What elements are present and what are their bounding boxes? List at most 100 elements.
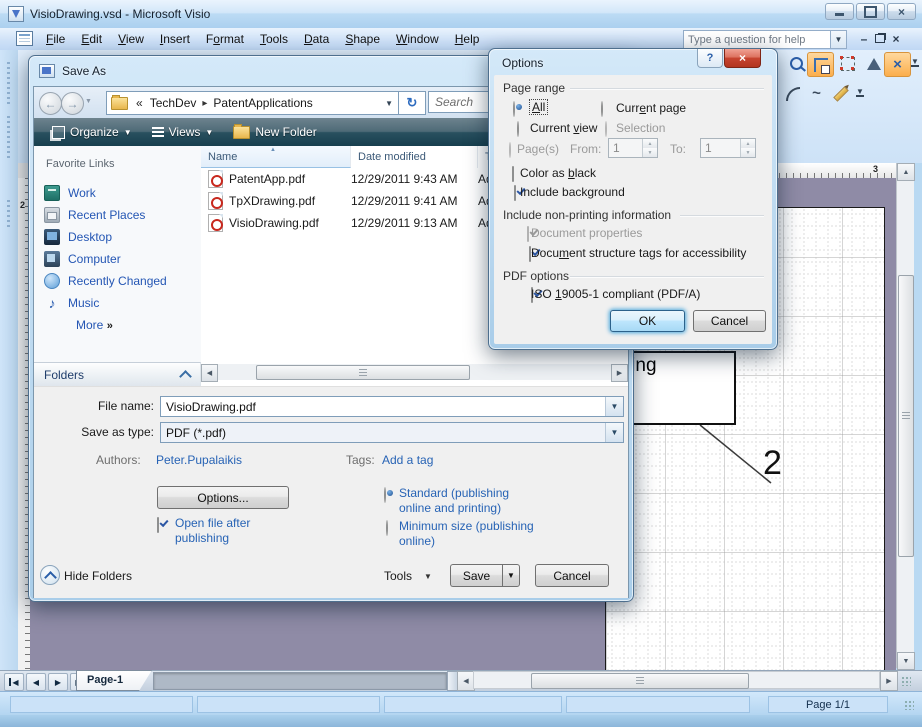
new-folder-button[interactable]: New Folder [223,118,326,146]
forward-icon[interactable]: → [61,92,84,115]
sidebar-item[interactable]: Recently Changed [34,270,201,292]
column-header-name[interactable]: Name ▲ [201,146,351,168]
file-name-combo[interactable]: ▼ [160,396,624,417]
column-header-date[interactable]: Date modified [351,146,478,168]
breadcrumb[interactable]: « TechDev ▸ PatentApplications ▼ [106,91,400,115]
pencil-tool-icon[interactable] [828,82,853,105]
page-tab[interactable]: Page-1 [76,670,152,691]
label-2-shape[interactable]: 2 [763,444,782,483]
include-background-label[interactable]: Include background [520,185,625,199]
selection-tool-icon[interactable] [835,52,860,75]
snap-glue-tool-icon[interactable] [807,52,834,77]
window-close-small[interactable]: × [888,30,904,47]
vertical-scroll-thumb[interactable] [898,275,914,557]
minimum-radio[interactable] [386,520,388,536]
file-name-dropdown-icon[interactable]: ▼ [605,397,623,416]
hide-folders-icon[interactable] [40,565,60,585]
refresh-button[interactable]: ↻ [398,91,426,115]
question-box[interactable] [683,30,831,49]
resize-grip[interactable] [901,676,911,686]
options-button[interactable]: Options... [157,486,289,509]
scroll-up-icon[interactable]: ▲ [897,163,915,181]
menu-item[interactable]: File [38,29,73,49]
maximize-button[interactable] [856,3,885,20]
color-as-black-label[interactable]: Color as black [520,166,596,180]
file-name-input[interactable] [161,397,603,416]
dialog-close-button[interactable]: × [724,49,761,68]
list-scroll-right-icon[interactable]: ▶ [611,364,628,382]
all-radio[interactable] [513,101,515,117]
window-restore-small[interactable] [872,30,888,47]
standard-radio[interactable] [384,487,386,503]
back-icon[interactable]: ← [39,92,62,115]
horizontal-scroll-track[interactable] [473,671,880,689]
breadcrumb-folder[interactable]: PatentApplications [213,96,312,110]
save-dropdown-icon[interactable]: ▼ [502,564,520,587]
hide-folders-label[interactable]: Hide Folders [64,569,132,583]
question-input[interactable] [684,31,830,48]
hscroll-right-icon[interactable]: ▶ [880,671,898,691]
menu-item[interactable]: View [110,29,152,49]
menu-item[interactable]: Help [447,29,488,49]
list-scroll-thumb[interactable] [256,365,470,380]
list-horizontal-scrollbar[interactable]: ◀ ▶ [201,364,628,380]
question-dropdown-icon[interactable]: ▼ [831,30,847,49]
arc-tool-icon[interactable] [780,82,805,105]
document-tags-label[interactable]: Document structure tags for accessibilit… [531,246,746,260]
menu-item[interactable]: Edit [73,29,110,49]
include-background-checkbox[interactable] [514,185,516,201]
save-type-combo[interactable]: PDF (*.pdf) ▼ [160,422,624,443]
sidebar-more-link[interactable]: More » [76,318,113,332]
iso-compliant-label[interactable]: ISO 19005-1 compliant (PDF/A) [531,287,700,301]
first-page-button[interactable]: ◀ [4,673,24,691]
menu-item[interactable]: Shape [337,29,388,49]
folders-expander[interactable]: Folders [34,362,201,386]
scroll-down-icon[interactable]: ▼ [897,652,915,670]
list-scroll-left-icon[interactable]: ◀ [201,364,218,382]
menu-item[interactable]: Format [198,29,252,49]
all-radio-label[interactable]: All [530,100,547,114]
views-button[interactable]: Views ▼ [142,118,224,146]
breadcrumb-dropdown-icon[interactable]: ▼ [385,99,393,108]
toolbar-overflow-icon[interactable]: ▼ [911,58,919,67]
sidebar-item[interactable]: Music [34,292,201,314]
tools-caret-icon[interactable]: ▼ [424,572,432,581]
save-type-dropdown-icon[interactable]: ▼ [605,423,623,442]
canvas-vertical-scrollbar[interactable]: ▲ ▼ [896,163,914,668]
current-page-label[interactable]: Current page [616,101,686,115]
sidebar-item[interactable]: Work [34,182,201,204]
freeform-tool-icon[interactable]: ~ [804,82,829,105]
close-button[interactable]: × [887,3,916,20]
menu-item[interactable]: Tools [252,29,296,49]
open-file-checkbox[interactable] [157,517,159,533]
history-dropdown-icon[interactable]: ▼ [85,98,92,105]
menu-item[interactable]: Insert [152,29,198,49]
current-page-radio[interactable] [601,101,603,117]
horizontal-scroll-thumb[interactable] [531,673,749,689]
breadcrumb-root[interactable]: TechDev [150,96,197,110]
window-minimize-small[interactable]: – [856,30,872,47]
drawing-toolbar-overflow-icon[interactable]: ▼ [856,88,864,97]
organize-button[interactable]: Organize ▼ [42,118,142,146]
minimize-button[interactable] [825,3,854,20]
ok-button[interactable]: OK [610,310,685,332]
menu-item[interactable]: Data [296,29,337,49]
breadcrumb-chevrons[interactable]: « [136,96,143,110]
current-view-radio[interactable] [517,121,519,137]
dialog-help-button[interactable]: ? [697,49,723,68]
authors-value[interactable]: Peter.Pupalaikis [156,453,242,467]
save-button[interactable]: Save [450,564,502,587]
zoom-tool-icon[interactable] [784,52,809,75]
previous-page-button[interactable]: ◀ [26,673,46,691]
sidebar-item[interactable]: Recent Places [34,204,201,226]
color-as-black-checkbox[interactable] [512,166,514,182]
cancel-button[interactable]: Cancel [535,564,609,587]
options-cancel-button[interactable]: Cancel [693,310,766,332]
tags-add-link[interactable]: Add a tag [382,453,433,467]
breadcrumb-separator-icon[interactable]: ▸ [202,98,207,109]
current-view-label[interactable]: Current view [530,121,597,135]
triangle-shape-tool-icon[interactable] [861,52,886,75]
sidebar-item[interactable]: Computer [34,248,201,270]
tools-menu[interactable]: Tools [384,569,412,583]
menu-item[interactable]: Window [388,29,447,49]
